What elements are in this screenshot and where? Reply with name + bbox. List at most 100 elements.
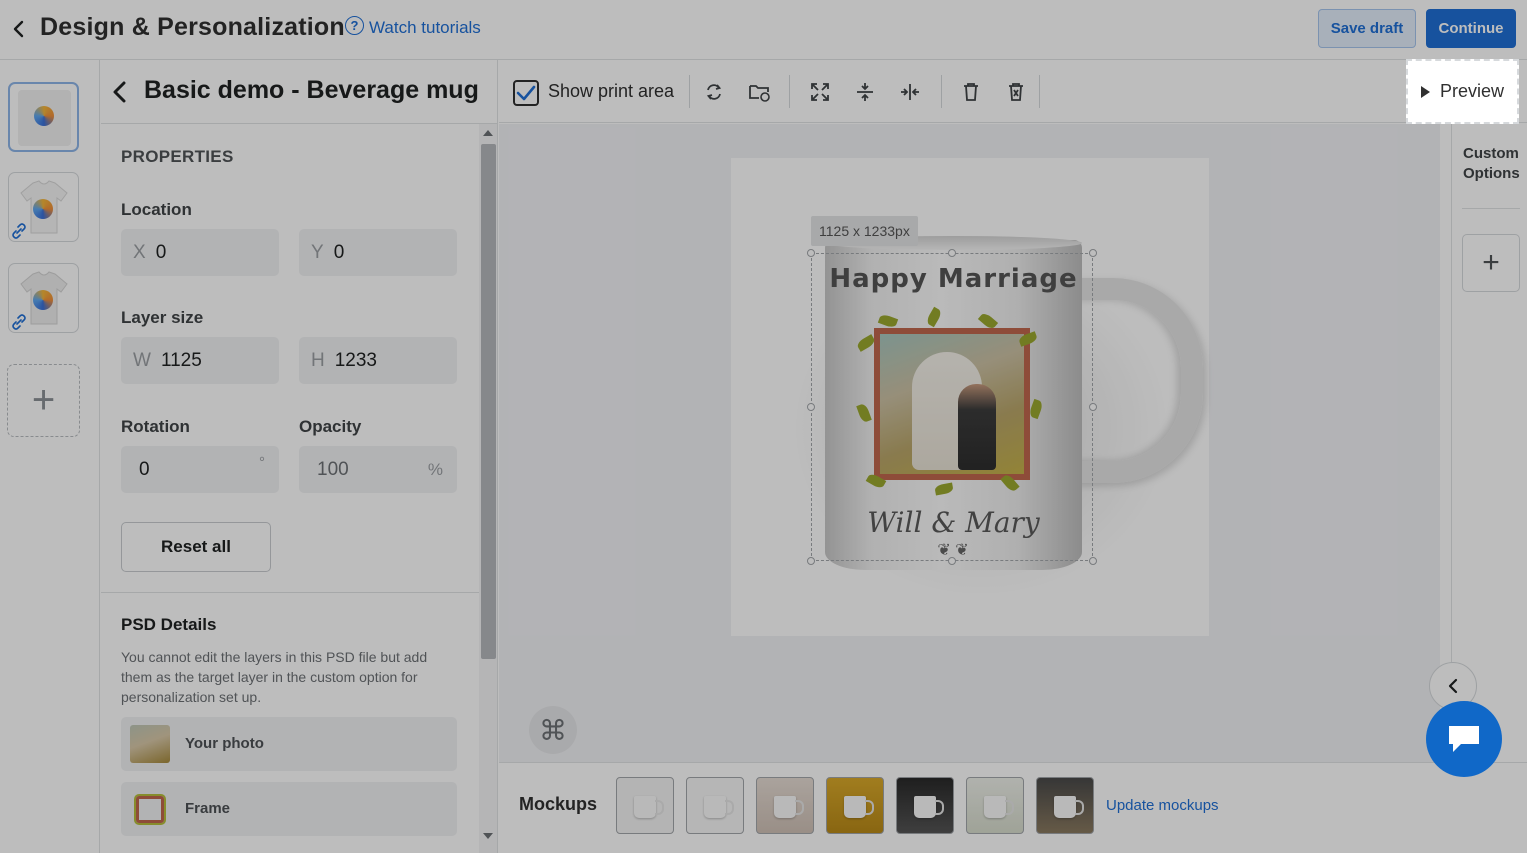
delete-icon[interactable] (956, 78, 986, 106)
toolbar-divider (1039, 75, 1040, 108)
layer-name: Frame (185, 800, 231, 817)
resize-handle[interactable] (807, 249, 815, 257)
swirl-logo-icon (33, 290, 53, 310)
chat-bubble-icon (1449, 726, 1479, 752)
mockup-thumb[interactable] (896, 777, 954, 834)
layer-width-field[interactable]: W 1125 (121, 337, 279, 384)
h-value: 1233 (334, 349, 378, 371)
toolbar-divider (789, 75, 790, 108)
mockup-thumb[interactable] (616, 777, 674, 834)
watch-tutorials-link[interactable]: Watch tutorials (369, 18, 481, 38)
properties-heading: PROPERTIES (121, 147, 234, 166)
photo-layer-thumbnail (130, 725, 170, 763)
resize-handle[interactable] (1089, 403, 1097, 411)
panel-header: Basic demo - Beverage mug (101, 60, 497, 124)
layer-item-frame[interactable]: Frame (121, 782, 457, 836)
mug-icon (704, 796, 734, 818)
y-prefix: Y (311, 241, 324, 263)
mug-icon (634, 796, 664, 818)
layer-item-your-photo[interactable]: Your photo (121, 717, 457, 771)
rotation-value: 0 (139, 458, 150, 480)
mug-icon (1054, 796, 1084, 818)
layer-size-tag: 1125 x 1233px (811, 216, 918, 246)
chevron-left-icon (1448, 678, 1458, 694)
selection-box[interactable] (811, 253, 1093, 561)
custom-options-label: Custom Options (1463, 145, 1520, 182)
location-y-field[interactable]: Y 0 (299, 229, 457, 276)
canvas-toolbar: Show print area Preview (499, 59, 1527, 123)
play-icon (1420, 85, 1430, 98)
align-horizontal-center-icon[interactable] (895, 78, 925, 106)
y-value: 0 (333, 241, 345, 263)
product-thumb-tshirt-back[interactable] (8, 263, 79, 333)
top-bar: Design & Personalization ? Watch tutoria… (0, 0, 1527, 60)
delete-all-icon[interactable] (1001, 78, 1031, 106)
panel-title: Basic demo - Beverage mug (144, 76, 479, 104)
reset-all-button[interactable]: Reset all (121, 522, 271, 572)
product-thumb-tshirt-white[interactable] (8, 172, 79, 242)
percent-unit: % (427, 459, 443, 479)
fit-to-area-icon[interactable] (805, 78, 835, 106)
x-value: 0 (155, 241, 167, 263)
show-print-area-checkbox[interactable] (513, 80, 539, 106)
toolbar-divider (941, 75, 942, 108)
continue-button[interactable]: Continue (1426, 9, 1516, 48)
h-prefix: H (311, 349, 325, 371)
psd-details-description: You cannot edit the layers in this PSD f… (121, 649, 428, 705)
resize-handle[interactable] (1089, 557, 1097, 565)
panel-divider (101, 592, 479, 593)
opacity-value: 100 (317, 458, 349, 480)
link-icon (11, 314, 29, 332)
chat-button[interactable] (1426, 701, 1502, 777)
preview-button[interactable]: Preview (1406, 59, 1519, 124)
add-product-button[interactable]: + (7, 364, 80, 437)
w-prefix: W (133, 349, 151, 371)
question-circle-icon[interactable]: ? (345, 16, 364, 35)
mug-icon (844, 796, 874, 818)
mug-icon (984, 796, 1014, 818)
resize-handle[interactable] (807, 557, 815, 565)
back-arrow-icon[interactable] (8, 14, 28, 44)
psd-details-title: PSD Details (121, 615, 217, 634)
mockup-thumb[interactable] (826, 777, 884, 834)
sync-icon[interactable] (699, 78, 729, 106)
layer-size-label: Layer size (121, 308, 204, 327)
location-x-field[interactable]: X 0 (121, 229, 279, 276)
resize-handle[interactable] (948, 557, 956, 565)
mockup-thumb[interactable] (756, 777, 814, 834)
product-thumb-mug[interactable] (8, 82, 79, 152)
sidebar-divider (1462, 208, 1520, 209)
replace-image-icon[interactable] (745, 78, 775, 106)
mug-icon (914, 796, 944, 818)
scroll-down-arrow-icon[interactable] (483, 833, 493, 839)
show-print-area-label[interactable]: Show print area (548, 81, 674, 102)
align-vertical-center-icon[interactable] (850, 78, 880, 106)
resize-handle[interactable] (1089, 249, 1097, 257)
resize-handle[interactable] (948, 249, 956, 257)
scroll-up-arrow-icon[interactable] (483, 130, 493, 136)
keyboard-shortcuts-icon[interactable]: ⌘ (529, 706, 577, 754)
mockup-thumb[interactable] (1036, 777, 1094, 834)
artboard[interactable]: Happy Marriage Will & Mary ❦ ❦ 1125 x 12… (731, 158, 1209, 636)
mockups-bar: Mockups Update mockups (499, 762, 1527, 853)
mug-icon (774, 796, 804, 818)
layer-height-field[interactable]: H 1233 (299, 337, 457, 384)
save-draft-button[interactable]: Save draft (1318, 9, 1416, 48)
mockup-thumb[interactable] (966, 777, 1024, 834)
rotation-field[interactable]: 0 ° (121, 446, 279, 493)
update-mockups-link[interactable]: Update mockups (1106, 797, 1219, 814)
properties-panel: Basic demo - Beverage mug PROPERTIES Loc… (101, 60, 498, 853)
degree-unit: ° (259, 454, 265, 471)
toolbar-divider (689, 75, 690, 108)
add-custom-option-button[interactable]: + (1462, 234, 1520, 292)
panel-back-arrow-icon[interactable] (107, 78, 131, 106)
scrollbar-thumb[interactable] (481, 144, 496, 659)
panel-scrollbar[interactable] (479, 124, 497, 853)
design-canvas[interactable]: Happy Marriage Will & Mary ❦ ❦ 1125 x 12… (499, 124, 1440, 762)
product-thumbnail-column: + (0, 60, 100, 853)
opacity-field[interactable]: 100 % (299, 446, 457, 493)
opacity-label: Opacity (299, 417, 362, 436)
resize-handle[interactable] (807, 403, 815, 411)
location-label: Location (121, 200, 192, 219)
mockup-thumb[interactable] (686, 777, 744, 834)
